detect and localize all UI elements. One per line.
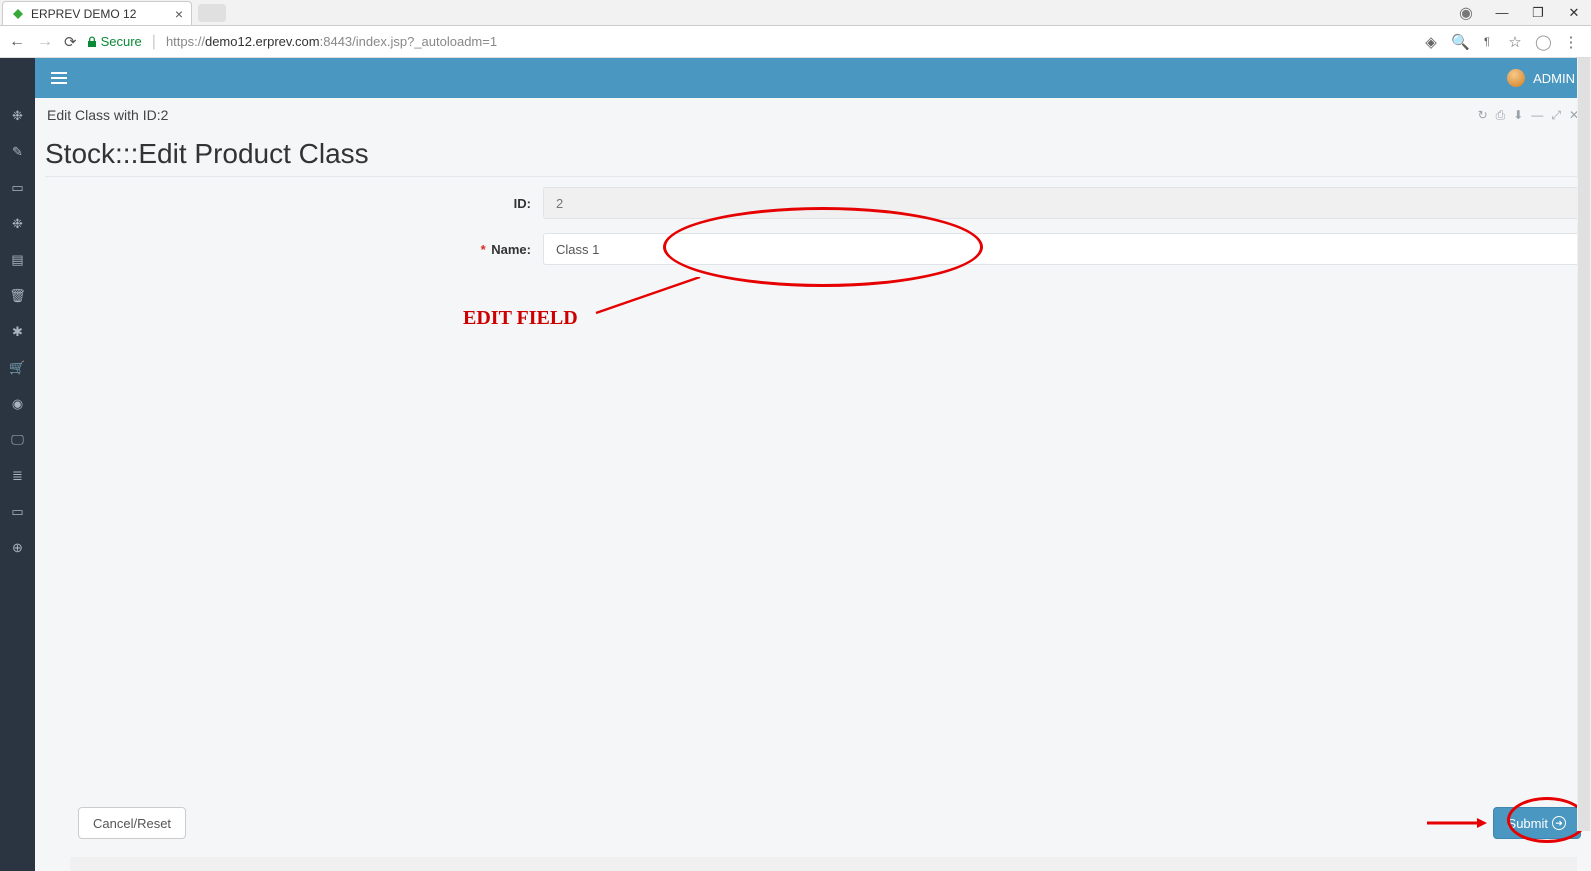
new-tab-button[interactable]	[198, 4, 226, 22]
panel-toolbar: ↻ ⎙ ⬇ — ⤢ ✕	[1478, 108, 1579, 123]
reload-icon[interactable]: ⟳	[64, 33, 77, 51]
panel-title: Edit Class with ID:2	[47, 107, 168, 123]
window-minimize-icon[interactable]: —	[1491, 5, 1513, 20]
globe-icon: ⊕	[12, 540, 23, 556]
account-icon[interactable]: ◉	[1455, 3, 1477, 23]
window-controls: ◉ — ❐ ✕	[1455, 0, 1591, 25]
name-label: * Name:	[43, 242, 543, 257]
panel-print-icon[interactable]: ⎙	[1496, 108, 1506, 123]
arrow-right-icon: ➜	[1552, 816, 1566, 830]
sidebar-item-clipboard[interactable]: ▤	[0, 242, 35, 278]
browser-tab-strip: ERPREV DEMO 12 × ◉ — ❐ ✕	[0, 0, 1591, 26]
star-icon[interactable]: ☆	[1507, 33, 1523, 51]
sidebar-item-tag[interactable]: ✎	[0, 134, 35, 170]
sidebar-item-trash[interactable]: 🗑	[0, 278, 35, 314]
edit-form: ID: * Name: EDIT FIELD	[43, 187, 1583, 279]
panel-download-icon[interactable]: ⬇	[1513, 108, 1523, 123]
scrollbar-thumb[interactable]	[1578, 58, 1590, 831]
location-icon[interactable]: ◈	[1423, 33, 1439, 51]
browser-address-bar: ← → ⟳ Secure | https://demo12.erprev.com…	[0, 26, 1591, 58]
secure-label: Secure	[101, 34, 142, 49]
sidebar-item-book[interactable]: ▭	[0, 494, 35, 530]
sidebar-item-monitor[interactable]: 🖵	[0, 422, 35, 458]
gauge-icon: ❉	[12, 108, 23, 124]
tab-favicon	[11, 7, 25, 21]
app-sidebar: ❉ ✎ ▭ ❉ ▤ 🗑 ✱ 🛒 ◉ 🖵 ≣ ▭ ⊕	[0, 58, 35, 871]
url-scheme: https://	[166, 34, 205, 49]
zoom-icon[interactable]: 🔍	[1451, 33, 1467, 51]
extension-icon[interactable]: ◯	[1535, 33, 1551, 51]
tab-close-icon[interactable]: ×	[175, 6, 183, 22]
lock-icon	[87, 36, 97, 48]
key-icon[interactable]: ¶	[1479, 36, 1495, 48]
annotation-arrow	[1427, 816, 1487, 830]
sidebar-toggle-icon[interactable]	[51, 72, 67, 84]
annotation-connector-line	[583, 277, 713, 317]
vertical-scrollbar[interactable]	[1577, 58, 1591, 831]
cash-icon: ▭	[11, 180, 23, 196]
address-bar-tools: ◈ 🔍 ¶ ☆ ◯ ⋮	[1423, 33, 1583, 51]
url-separator: |	[152, 33, 156, 51]
sidebar-item-database[interactable]: ≣	[0, 458, 35, 494]
id-field	[543, 187, 1583, 219]
window-close-icon[interactable]: ✕	[1563, 5, 1585, 21]
sidebar-item-chat[interactable]: ◉	[0, 386, 35, 422]
name-field[interactable]	[543, 233, 1583, 265]
chat-icon: ◉	[12, 396, 23, 412]
url-display[interactable]: https://demo12.erprev.com:8443/index.jsp…	[166, 34, 1413, 49]
clipboard-icon: ▤	[11, 252, 23, 268]
secure-indicator[interactable]: Secure	[87, 34, 142, 49]
panel-refresh-icon[interactable]: ↻	[1478, 108, 1488, 123]
tab-title: ERPREV DEMO 12	[31, 7, 136, 21]
sidebar-item-globe[interactable]: ⊕	[0, 530, 35, 566]
annotation-label: EDIT FIELD	[463, 307, 578, 330]
cart-icon: 🛒	[9, 360, 25, 376]
name-label-text: Name:	[491, 242, 531, 257]
browser-menu-icon[interactable]: ⋮	[1563, 33, 1579, 51]
submit-button[interactable]: Submit ➜	[1493, 807, 1581, 839]
trash-icon: 🗑	[9, 288, 26, 304]
required-marker: *	[481, 242, 486, 257]
book-icon: ▭	[11, 504, 23, 520]
sidebar-item-snow[interactable]: ✱	[0, 314, 35, 350]
user-name-label[interactable]: ADMIN	[1533, 71, 1575, 86]
cubes-icon: ❉	[12, 216, 23, 232]
url-path: /index.jsp?_autoloadm=1	[352, 34, 497, 49]
browser-tab[interactable]: ERPREV DEMO 12 ×	[2, 1, 192, 25]
user-avatar[interactable]	[1507, 69, 1525, 87]
submit-label: Submit	[1508, 816, 1548, 831]
id-label: ID:	[43, 196, 543, 211]
monitor-icon: 🖵	[11, 432, 24, 448]
cancel-button[interactable]: Cancel/Reset	[78, 807, 186, 839]
nav-back-icon[interactable]: ←	[8, 33, 26, 51]
panel-minimize-icon[interactable]: —	[1531, 108, 1543, 123]
nav-forward-icon: →	[36, 33, 54, 51]
window-maximize-icon[interactable]: ❐	[1527, 5, 1549, 21]
url-port: :8443	[320, 34, 353, 49]
form-footer: Cancel/Reset Submit ➜	[78, 807, 1581, 839]
database-icon: ≣	[12, 468, 23, 484]
app-topbar: ADMIN	[35, 58, 1591, 98]
form-row-name: * Name:	[43, 233, 1583, 265]
snowflake-icon: ✱	[12, 324, 23, 340]
tag-icon: ✎	[12, 144, 23, 160]
panel-expand-icon[interactable]: ⤢	[1551, 108, 1561, 123]
horizontal-scroll-gutter	[70, 857, 1577, 871]
sidebar-item-modules[interactable]: ❉	[0, 206, 35, 242]
sidebar-item-dashboard[interactable]: ❉	[0, 98, 35, 134]
form-row-id: ID:	[43, 187, 1583, 219]
url-domain: demo12.erprev.com	[205, 34, 320, 49]
sidebar-item-cart[interactable]: 🛒	[0, 350, 35, 386]
sidebar-item-cash[interactable]: ▭	[0, 170, 35, 206]
page-title: Stock:::Edit Product Class	[45, 138, 1581, 177]
